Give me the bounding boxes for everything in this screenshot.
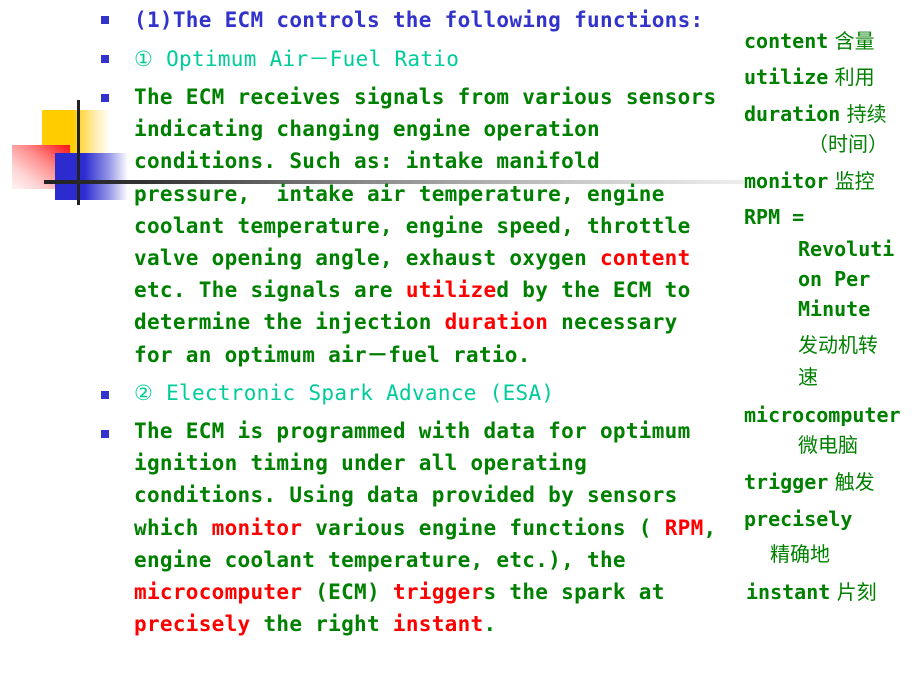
body-text-line: conditions. Such as: intake manifold [134,145,600,177]
body-text: determine the injection [134,310,445,335]
glossary-term: monitor [744,169,829,193]
body-text: necessary [548,310,678,335]
body-text: ignition timing under all operating [134,451,588,476]
body-text: which [134,515,212,540]
body-text-line: The ECM is programmed with data for opti… [134,415,691,447]
body-text: conditions. Such as: intake manifold [134,149,600,174]
body-text: etc. The signals are [134,278,406,303]
glossary-term: precisely [744,507,853,531]
glossary-translation: 监控 [828,169,875,193]
blue-square-decoration [55,153,128,200]
glossary-term: utilize [744,65,829,89]
body-text-line: for an optimum air－fuel ratio. [134,339,531,371]
glossary-entry: 精确地 [770,539,830,569]
highlighted-term: utilize [405,278,497,303]
vertical-line-decoration [77,100,80,205]
glossary-term: microcomputer [744,403,901,427]
body-text-line: valve opening angle, exhaust oxygen cont… [134,242,691,274]
glossary-translation: 微电脑 [798,433,858,457]
highlighted-term: duration [444,310,549,335]
glossary-translation: 持续 [840,102,887,126]
highlighted-term: precisely [134,612,251,637]
glossary-entry: Minute [798,294,870,324]
slide-heading: (1)The ECM controls the following functi… [134,8,704,32]
glossary-entry: monitor 监控 [744,166,875,196]
body-text: . [483,612,497,637]
glossary-term: content [744,29,829,53]
glossary-translation: 精确地 [770,542,830,566]
glossary-term: instant [746,580,831,604]
highlighted-term: RPM [664,515,704,540]
glossary-term: on Per [798,267,871,291]
highlighted-term: microcomputer [134,580,303,604]
glossary-entry: 微电脑 [798,430,858,460]
glossary-translation: 利用 [828,65,875,89]
glossary-entry: trigger 触发 [744,467,875,497]
body-text-line: conditions. Using data provided by senso… [134,479,678,511]
bullet-icon [101,94,109,102]
glossary-entry: utilize 利用 [744,62,875,92]
glossary-entry: RPM = [744,202,804,232]
glossary-entry: 速 [798,362,818,392]
body-text-line: etc. The signals are utilized by the ECM… [134,274,691,306]
glossary-translation: 片刻 [830,580,877,604]
body-text: The ECM is programmed with data for opti… [134,419,691,443]
body-text: valve opening angle, exhaust oxygen [134,246,600,270]
body-text: the right [250,612,393,637]
body-text: for an optimum air－fuel ratio. [134,342,531,367]
glossary-entry: （时间） [808,129,888,159]
body-text-line: precisely the right instant. [134,608,496,640]
glossary-entry: microcomputer [744,400,901,430]
bullet-icon [101,55,109,63]
glossary-entry: content 含量 [744,26,875,56]
glossary-term: Revoluti [798,237,895,261]
body-text-line: indicating changing engine operation [134,113,600,145]
decorative-logo [0,0,140,210]
glossary-translation: 发动机转 [798,333,878,357]
body-text-line: The ECM receives signals from various se… [134,81,716,113]
highlighted-term: trigger [392,580,484,604]
glossary-entry: instant 片刻 [746,577,877,607]
glossary-entry: precisely [744,504,852,534]
body-text: engine coolant temperature, etc.), the [134,547,626,572]
body-text: d by the ECM to [496,278,691,303]
highlighted-term: monitor [211,515,303,540]
bullet-icon [101,16,109,24]
glossary-translation: （时间） [808,132,888,156]
body-text: indicating changing engine operation [134,117,600,142]
body-text-line: ignition timing under all operating [134,447,587,479]
body-text: coolant temperature, engine speed, throt… [134,213,691,238]
body-text-line: microcomputer (ECM) triggers the spark a… [134,576,665,608]
body-text: , [703,515,717,540]
glossary-term: duration [744,102,841,126]
body-text: various engine functions ( [302,515,665,540]
glossary-entry: on Per [798,264,870,294]
body-text: conditions. Using data provided by senso… [134,483,678,508]
glossary-term: trigger [744,470,829,494]
body-text: (ECM) [302,580,393,604]
bullet-icon [101,430,109,438]
highlighted-term: content [599,246,691,270]
glossary-term: RPM = [744,205,805,229]
body-text-line: which monitor various engine functions (… [134,512,716,544]
highlighted-term: instant [392,612,484,637]
bullet-icon [101,391,109,399]
body-text-line: coolant temperature, engine speed, throt… [134,210,691,242]
body-text: s the spark at [483,580,665,604]
section1-title: ① Optimum Air－Fuel Ratio [134,47,460,71]
body-text: The ECM receives signals from various se… [134,85,717,109]
glossary-entry: Revoluti [798,234,894,264]
glossary-entry: 发动机转 [798,330,878,360]
glossary-term: Minute [798,297,871,321]
glossary-translation: 含量 [828,29,875,53]
body-text-line: engine coolant temperature, etc.), the [134,544,626,576]
body-text: pressure, intake air temperature, engine [134,181,665,206]
glossary-translation: 触发 [828,470,875,494]
body-text-line: determine the injection duration necessa… [134,306,678,338]
glossary-entry: duration 持续 [744,99,887,129]
glossary-translation: 速 [798,365,818,389]
body-text-line: pressure, intake air temperature, engine [134,178,665,210]
section2-title: ② Electronic Spark Advance (ESA) [134,381,555,405]
